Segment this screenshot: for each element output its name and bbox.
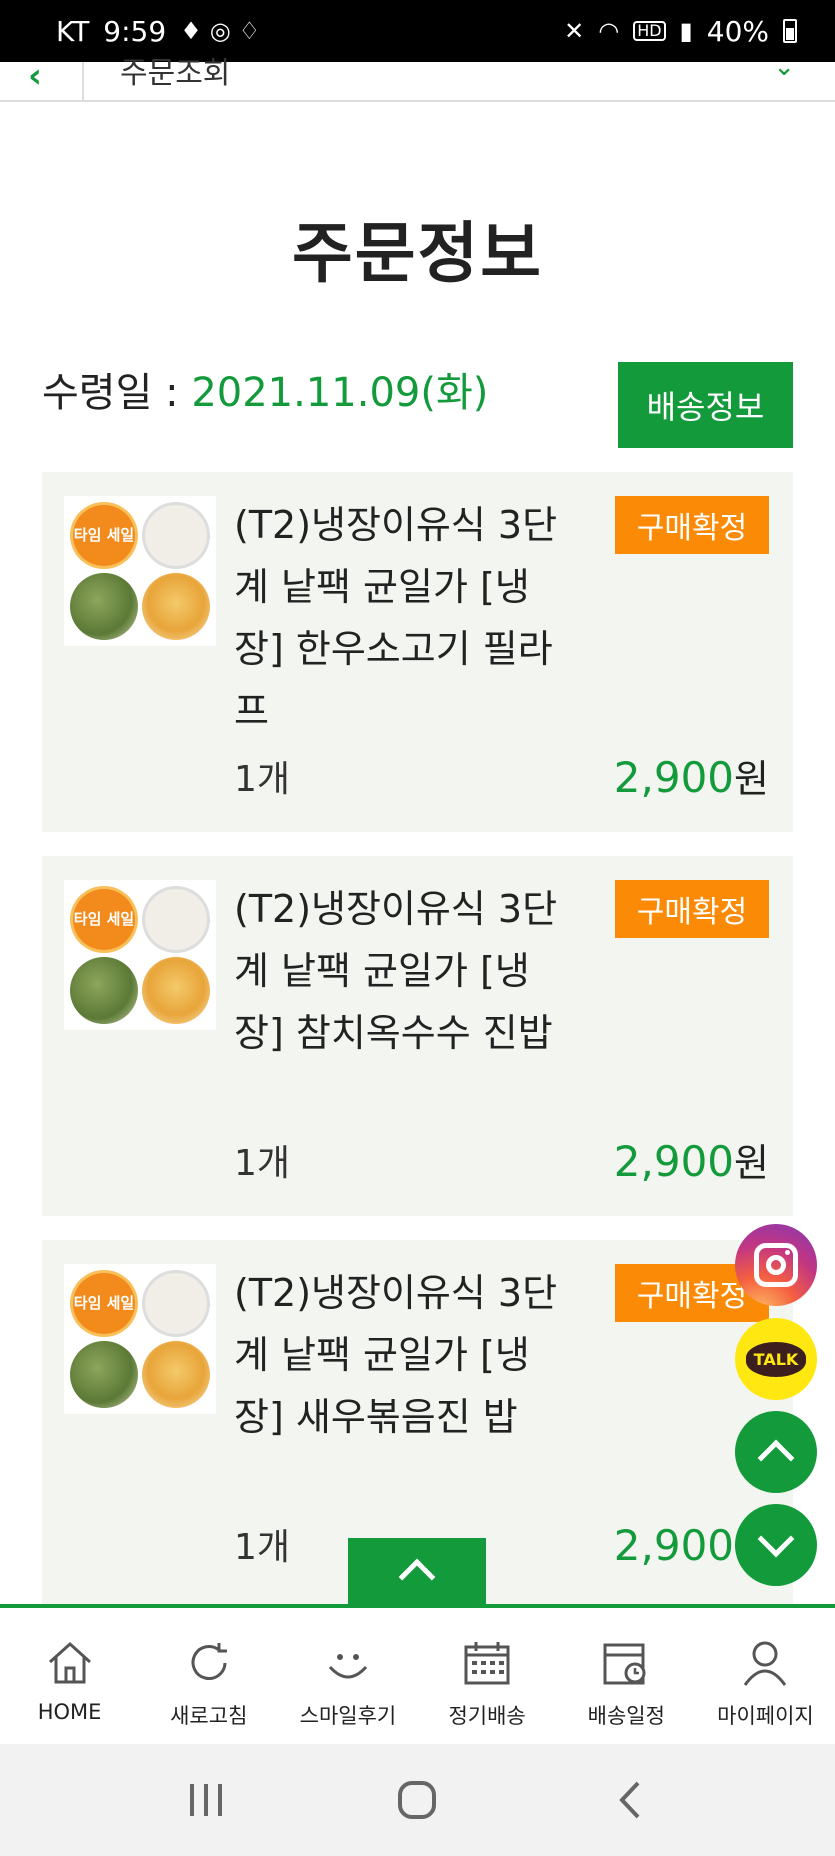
purchase-confirmed-badge: 구매확정 xyxy=(615,496,769,554)
chevron-up-icon xyxy=(398,1558,436,1596)
nav-delivery-schedule-label: 배송일정 xyxy=(587,1704,665,1728)
chevron-down-icon[interactable]: ⌄ xyxy=(773,52,795,82)
signal-icon: ▮ xyxy=(679,17,693,45)
quantity: 1개 xyxy=(234,1527,291,1568)
top-nav: ‹ 주문조회 ⌄ xyxy=(0,52,835,102)
calendar-icon xyxy=(462,1638,512,1688)
notification-icon: ♦ xyxy=(180,17,202,45)
delivery-schedule-icon xyxy=(601,1638,651,1688)
page-title: 주문정보 xyxy=(292,215,543,292)
product-thumbnail[interactable]: 타임 세일 xyxy=(64,880,216,1030)
receive-date-value: 2021.11.09(화) xyxy=(191,370,489,416)
scroll-top-tab[interactable] xyxy=(348,1538,486,1604)
bottle-icon: ♢ xyxy=(238,17,261,45)
nav-smile-review[interactable]: 스마일후기 xyxy=(278,1608,417,1744)
back-arrow-icon[interactable]: ‹ xyxy=(28,56,42,96)
nav-smile-review-label: 스마일후기 xyxy=(299,1704,397,1728)
food-image-green xyxy=(70,957,138,1024)
nav-refresh-label: 새로고침 xyxy=(170,1704,248,1728)
smile-icon xyxy=(323,1638,373,1688)
user-icon xyxy=(740,1638,790,1688)
recent-apps-button[interactable] xyxy=(176,1770,236,1830)
talk-icon: TALK xyxy=(745,1341,807,1377)
bottom-nav: HOME 새로고침 스마일후기 정기배송 배송일정 마이페이지 xyxy=(0,1604,835,1744)
instagram-button[interactable] xyxy=(735,1224,817,1306)
nav-divider xyxy=(82,62,84,100)
food-cup-image xyxy=(142,502,210,569)
product-name[interactable]: (T2)냉장이유식 3단계 낱팩 균일가 [냉장] 참치옥수수 진밥 xyxy=(234,878,564,1064)
hd-icon: HD xyxy=(633,21,666,41)
product-thumbnail[interactable]: 타임 세일 xyxy=(64,496,216,646)
order-item: 타임 세일 (T2)냉장이유식 3단계 낱팩 균일가 [냉장] 한우소고기 필라… xyxy=(42,472,793,832)
nav-refresh[interactable]: 새로고침 xyxy=(139,1608,278,1744)
price-currency: 원 xyxy=(734,757,769,801)
ring-icon: ◎ xyxy=(209,17,231,45)
top-nav-title: 주문조회 xyxy=(120,56,231,91)
kakao-talk-button[interactable]: TALK xyxy=(735,1318,817,1400)
clock: 9:59 xyxy=(103,14,167,48)
chevron-down-icon xyxy=(757,1520,795,1558)
wifi-icon: ◠ xyxy=(598,17,620,45)
purchase-confirmed-badge: 구매확정 xyxy=(615,880,769,938)
price-value: 2,900 xyxy=(613,753,735,802)
back-system-button[interactable] xyxy=(599,1770,659,1830)
food-image-yellow xyxy=(142,957,210,1024)
price: 2,900원 xyxy=(614,1132,769,1187)
scroll-up-button[interactable] xyxy=(735,1411,817,1493)
home-circle-icon xyxy=(398,1781,437,1819)
food-image-yellow xyxy=(142,573,210,640)
quantity: 1개 xyxy=(234,1143,291,1184)
shipping-info-button[interactable]: 배송정보 xyxy=(618,362,793,448)
mute-icon: ✕ xyxy=(564,17,585,45)
food-image-yellow xyxy=(142,1341,210,1408)
nav-mypage-label: 마이페이지 xyxy=(717,1704,814,1728)
time-sale-label: 타임 세일 xyxy=(70,502,138,569)
nav-home[interactable]: HOME xyxy=(0,1608,139,1744)
price-value: 2,900 xyxy=(613,1137,735,1186)
nav-subscription[interactable]: 정기배송 xyxy=(418,1608,557,1744)
notification-icons: ♦ ◎ ♢ xyxy=(180,19,260,43)
battery-percent: 40% xyxy=(706,14,769,48)
time-sale-label: 타임 세일 xyxy=(70,1270,138,1337)
home-icon xyxy=(45,1638,95,1688)
back-chevron-icon xyxy=(619,1781,640,1819)
food-image-green xyxy=(70,1341,138,1408)
scroll-down-button[interactable] xyxy=(735,1504,817,1586)
product-name[interactable]: (T2)냉장이유식 3단계 낱팩 균일가 [냉장] 한우소고기 필라프 xyxy=(234,494,564,742)
battery-icon xyxy=(783,19,797,43)
system-nav-bar xyxy=(0,1744,835,1856)
receive-date-label: 수령일 : xyxy=(42,370,192,416)
recent-apps-icon xyxy=(189,1784,222,1816)
nav-subscription-label: 정기배송 xyxy=(448,1704,526,1728)
nav-mypage[interactable]: 마이페이지 xyxy=(696,1608,835,1744)
product-thumbnail[interactable]: 타임 세일 xyxy=(64,1264,216,1414)
time-sale-label: 타임 세일 xyxy=(70,886,138,953)
nav-delivery-schedule[interactable]: 배송일정 xyxy=(557,1608,696,1744)
status-left: KT 9:59 ♦ ◎ ♢ xyxy=(56,15,260,48)
nav-home-label: HOME xyxy=(37,1700,102,1724)
food-cup-image xyxy=(142,1270,210,1337)
receive-date-row: 수령일 : 2021.11.09(화) xyxy=(42,360,488,418)
carrier-label: KT xyxy=(56,14,90,48)
chevron-up-icon xyxy=(757,1439,795,1477)
instagram-icon xyxy=(754,1243,798,1287)
price-value: 2,900 xyxy=(613,1521,735,1570)
price: 2,900원 xyxy=(614,748,769,803)
status-right: ✕ ◠ HD ▮ 40% xyxy=(564,15,797,48)
food-cup-image xyxy=(142,886,210,953)
order-item: 타임 세일 (T2)냉장이유식 3단계 낱팩 균일가 [냉장] 참치옥수수 진밥… xyxy=(42,856,793,1216)
food-image-green xyxy=(70,573,138,640)
home-system-button[interactable] xyxy=(387,1770,447,1830)
product-name[interactable]: (T2)냉장이유식 3단계 낱팩 균일가 [냉장] 새우볶음진 밥 xyxy=(234,1262,564,1448)
price-currency: 원 xyxy=(734,1141,769,1185)
quantity: 1개 xyxy=(234,759,291,800)
refresh-icon xyxy=(184,1638,234,1688)
